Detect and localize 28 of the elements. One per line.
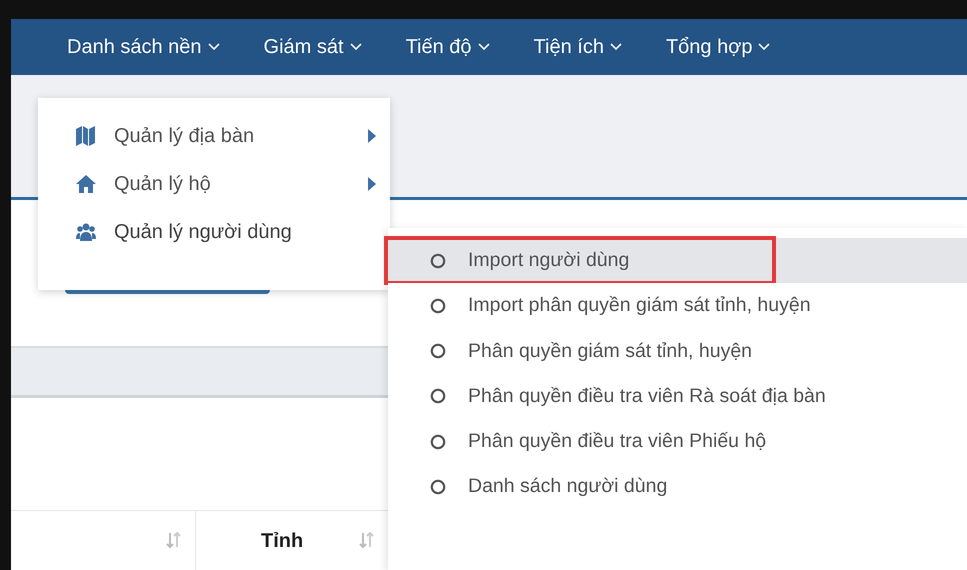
submenu-item[interactable]: Phân quyền giám sát tỉnh, huyện (388, 328, 967, 374)
map-icon (76, 126, 96, 146)
dropdown-item[interactable]: Quản lý địa bàn (38, 112, 390, 160)
nav-menu-item[interactable]: Tiến độ (406, 28, 490, 66)
chevron-down-icon (208, 43, 220, 51)
circle-icon (430, 478, 446, 495)
chevron-down-icon (478, 43, 490, 51)
home-icon (76, 174, 96, 194)
chevron-down-icon (350, 43, 362, 51)
circle-icon (430, 298, 446, 314)
nav-menu-item[interactable]: Tiện ích (534, 28, 622, 66)
submenu-item[interactable]: Danh sách người dùng (388, 464, 967, 510)
submenu-item[interactable]: Import phân quyền giám sát tỉnh, huyện (388, 283, 967, 328)
nav-menu-item[interactable]: Giám sát (264, 28, 362, 66)
users-icon (76, 222, 96, 242)
nav-menu-item[interactable]: Danh sách nền (67, 28, 220, 66)
nav-menu-item[interactable]: Tổng hợp (666, 28, 770, 66)
circle-icon (430, 434, 446, 450)
dropdown-item[interactable]: Quản lý người dùng (38, 208, 390, 256)
column-header-text: Tỉnh (261, 528, 304, 554)
circle-icon (430, 252, 446, 269)
chevron-down-icon (610, 43, 622, 51)
dropdown-item[interactable]: Quản lý hộ (38, 160, 390, 208)
submenu-item[interactable]: Phân quyền điều tra viên Rà soát địa bàn (388, 374, 967, 419)
chevron-down-icon (758, 43, 770, 51)
circle-icon (430, 343, 446, 360)
submenu-item[interactable]: Phân quyền điều tra viên Phiếu hộ (388, 419, 967, 464)
circle-icon (430, 388, 446, 404)
